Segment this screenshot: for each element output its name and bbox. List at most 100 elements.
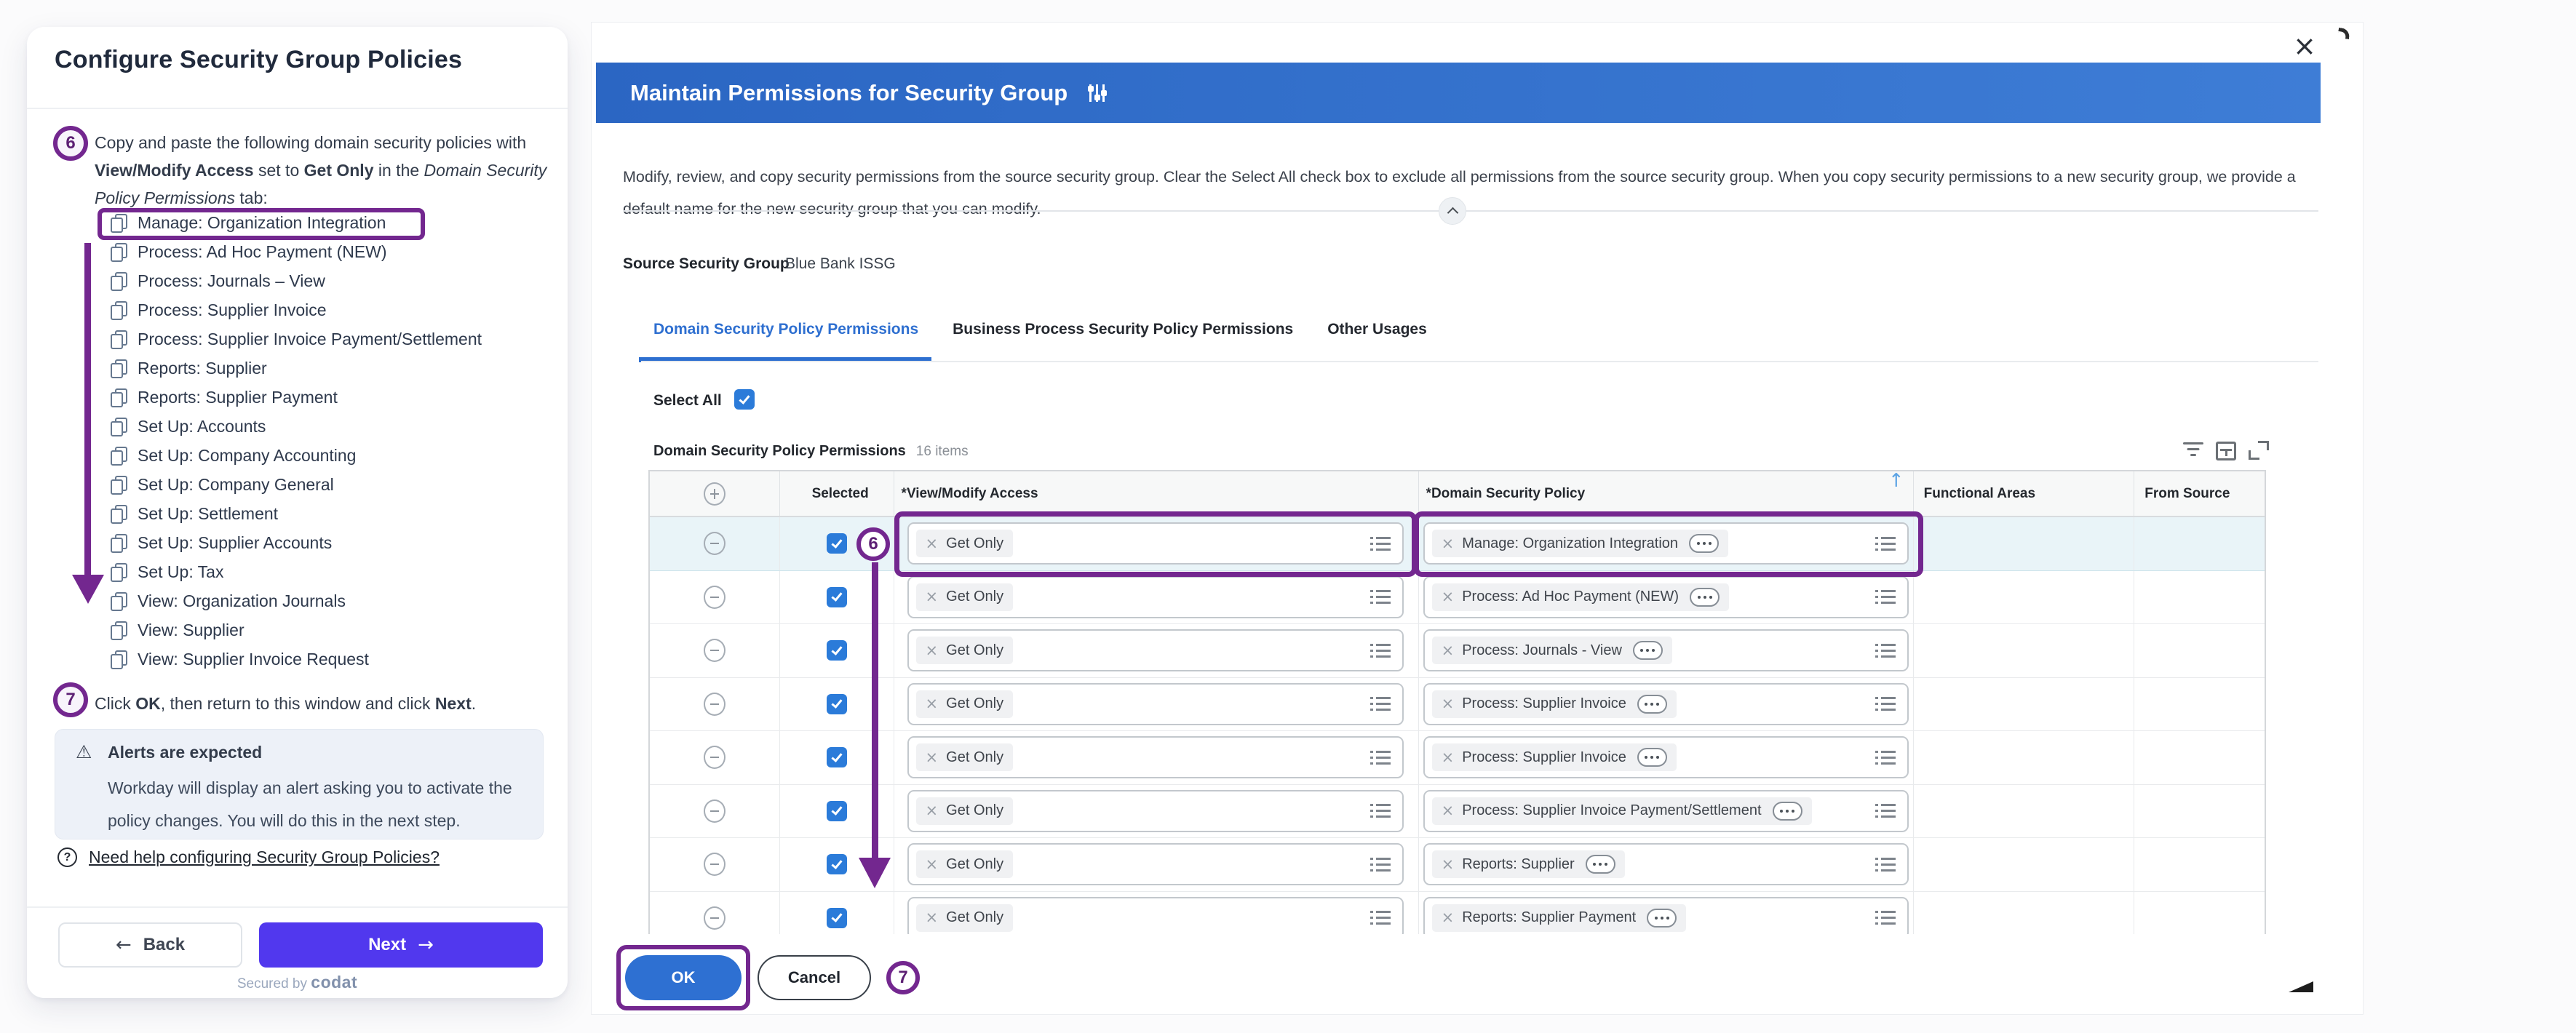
access-input[interactable]: ×Get Only [907,683,1404,725]
collapse-row-icon[interactable] [704,532,726,555]
related-actions-icon[interactable] [1690,588,1720,607]
access-input[interactable]: ×Get Only [907,843,1404,885]
prompt-icon[interactable] [1875,644,1896,658]
remove-icon[interactable]: × [926,803,939,818]
collapse-row-icon[interactable] [704,639,726,662]
collapse-row-icon[interactable] [704,906,726,930]
row-expander-cell [650,571,780,624]
row-checkbox[interactable] [827,747,847,767]
column-settings-icon[interactable] [2216,442,2236,460]
prompt-icon[interactable] [1875,804,1896,818]
tab-other-usages[interactable]: Other Usages [1327,319,1427,362]
tab-business-process-security[interactable]: Business Process Security Policy Permiss… [953,319,1293,362]
expand-all-icon[interactable] [704,482,726,506]
access-input[interactable]: ×Get Only [907,576,1404,618]
ok-button[interactable]: OK [625,955,742,1000]
expand-icon[interactable] [2248,440,2270,460]
policy-list-item: Set Up: Company General [111,470,547,499]
row-checkbox[interactable] [827,640,847,661]
prompt-icon[interactable] [1370,697,1391,711]
collapse-row-icon[interactable] [704,799,726,823]
prompt-icon[interactable] [1370,804,1391,818]
prompt-icon[interactable] [1875,911,1896,925]
prompt-icon[interactable] [1875,590,1896,604]
access-input[interactable]: ×Get Only [907,897,1404,934]
annotation-step-7-circle: 7 [886,961,920,994]
prompt-icon[interactable] [1370,537,1391,551]
prompt-icon[interactable] [1370,644,1391,658]
related-actions-icon[interactable] [1637,748,1667,767]
access-input[interactable]: ×Get Only [907,522,1404,565]
access-input[interactable]: ×Get Only [907,736,1404,778]
related-actions-icon[interactable] [1586,855,1615,874]
back-button[interactable]: ← Back [58,922,242,968]
row-checkbox[interactable] [827,587,847,607]
related-actions-icon[interactable] [1647,909,1677,928]
remove-icon[interactable]: × [926,643,939,658]
policy-input[interactable]: ×Process: Supplier Invoice [1423,736,1909,778]
prompt-icon[interactable] [1370,590,1391,604]
prompt-icon[interactable] [1875,697,1896,711]
policy-input[interactable]: ×Reports: Supplier Payment [1423,897,1909,934]
tab-domain-security[interactable]: Domain Security Policy Permissions [653,319,918,362]
filter-icon[interactable] [2182,440,2204,460]
collapse-section-button[interactable] [1439,197,1466,225]
access-input[interactable]: ×Get Only [907,629,1404,671]
row-checkbox[interactable] [827,801,847,821]
remove-icon[interactable]: × [1442,910,1455,925]
collapse-row-icon[interactable] [704,853,726,876]
related-actions-icon[interactable] [1637,695,1667,714]
row-checkbox[interactable] [827,533,847,554]
next-button[interactable]: Next → [259,922,543,968]
related-actions-icon[interactable] [1633,641,1663,660]
column-header-policy[interactable]: *Domain Security Policy↑ [1419,471,1914,516]
collapse-row-icon[interactable] [704,746,726,769]
close-icon[interactable]: × [2287,28,2322,63]
remove-icon[interactable]: × [1442,750,1455,765]
policy-list-item-label: Process: Journals – View [138,271,325,291]
related-actions-sliders-icon[interactable] [1089,84,1105,102]
policy-input[interactable]: ×Process: Supplier Invoice [1423,683,1909,725]
column-header-from-source[interactable]: From Source [2134,471,2265,516]
policy-input[interactable]: ×Process: Ad Hoc Payment (NEW) [1423,576,1909,618]
prompt-icon[interactable] [1370,751,1391,765]
prompt-icon[interactable] [1370,911,1391,925]
select-all-checkbox[interactable] [734,389,755,410]
remove-icon[interactable]: × [1442,643,1455,658]
policy-input[interactable]: ×Manage: Organization Integration [1423,522,1909,565]
remove-icon[interactable]: × [926,696,939,711]
remove-icon[interactable]: × [1442,857,1455,872]
row-checkbox[interactable] [827,854,847,874]
row-checkbox[interactable] [827,908,847,928]
prompt-icon[interactable] [1875,751,1896,765]
prompt-icon[interactable] [1875,537,1896,551]
column-header-functional-areas[interactable]: Functional Areas [1914,471,2135,516]
policy-input[interactable]: ×Process: Journals - View [1423,629,1909,671]
remove-icon[interactable]: × [1442,589,1455,605]
remove-icon[interactable]: × [926,910,939,925]
row-checkbox[interactable] [827,694,847,714]
policy-list-item: Set Up: Tax [111,557,547,586]
prompt-icon[interactable] [1370,858,1391,872]
policy-input[interactable]: ×Reports: Supplier [1423,843,1909,885]
access-input[interactable]: ×Get Only [907,790,1404,832]
policy-input[interactable]: ×Process: Supplier Invoice Payment/Settl… [1423,790,1909,832]
prompt-icon[interactable] [1875,858,1896,872]
remove-icon[interactable]: × [926,857,939,872]
related-actions-icon[interactable] [1689,534,1719,553]
column-header-access[interactable]: *View/Modify Access [894,471,1419,516]
policy-list-item-label: Set Up: Settlement [138,504,278,524]
remove-icon[interactable]: × [926,589,939,605]
remove-icon[interactable]: × [926,536,939,551]
related-actions-icon[interactable] [1773,802,1802,821]
policy-pill: ×Reports: Supplier [1432,850,1625,878]
remove-icon[interactable]: × [1442,696,1455,711]
collapse-row-icon[interactable] [704,693,726,716]
collapse-row-icon[interactable] [704,586,726,609]
remove-icon[interactable]: × [1442,536,1455,551]
help-link[interactable]: Need help configuring Security Group Pol… [89,847,440,867]
remove-icon[interactable]: × [1442,803,1455,818]
column-header-selected[interactable]: Selected [780,471,894,516]
cancel-button[interactable]: Cancel [758,955,871,1000]
remove-icon[interactable]: × [926,750,939,765]
